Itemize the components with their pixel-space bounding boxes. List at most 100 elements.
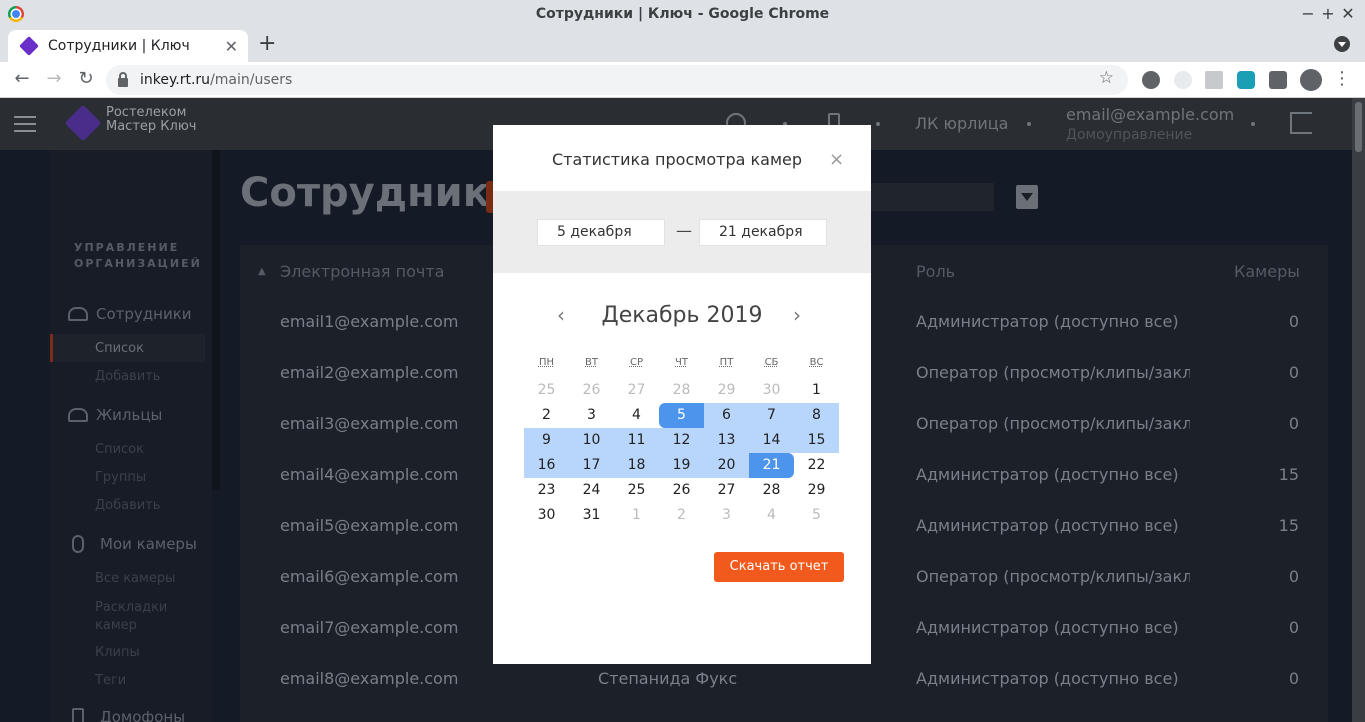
forward-button[interactable]: → <box>42 67 66 91</box>
sort-asc-icon[interactable]: ▲ <box>258 266 266 277</box>
calendar-day-outside[interactable]: 3 <box>704 503 749 528</box>
header-separator <box>1027 122 1031 126</box>
sidebar-item-employees-list[interactable]: Список <box>95 341 144 356</box>
sidebar-section-employees[interactable]: Сотрудники <box>68 305 192 323</box>
address-bar[interactable]: inkey.rt.ru/main/users ☆ <box>106 65 1128 95</box>
calendar-weekday: ВТ <box>585 357 598 368</box>
calendar-day[interactable]: 2 <box>524 403 569 428</box>
calendar-day[interactable]: 12 <box>659 428 704 453</box>
calendar-day[interactable]: 28 <box>749 478 794 503</box>
calendar-day-outside[interactable]: 4 <box>749 503 794 528</box>
calendar-day-outside[interactable]: 5 <box>794 503 839 528</box>
sidebar-divider <box>212 150 220 490</box>
extension-icon[interactable] <box>1142 71 1160 89</box>
sidebar-item-tags[interactable]: Теги <box>95 673 126 688</box>
calendar-day[interactable]: 15 <box>794 428 839 453</box>
date-from-input[interactable]: 5 декабря <box>537 219 665 246</box>
close-window-button[interactable]: ✕ <box>1338 4 1358 24</box>
new-tab-button[interactable]: + <box>258 32 276 56</box>
column-header-role[interactable]: Роль <box>916 262 955 281</box>
calendar-day[interactable]: 7 <box>749 403 794 428</box>
calendar-day[interactable]: 20 <box>704 453 749 478</box>
calendar-day[interactable]: 16 <box>524 453 569 478</box>
tab-close-icon[interactable]: ✕ <box>225 37 238 56</box>
calendar-next-month-icon[interactable]: › <box>793 303 801 327</box>
sidebar-section-cameras[interactable]: Мои камеры <box>68 535 197 553</box>
calendar-day[interactable]: 13 <box>704 428 749 453</box>
chrome-menu-icon[interactable]: ⋮ <box>1330 67 1354 91</box>
download-icon[interactable] <box>1016 185 1038 209</box>
page-scrollbar[interactable] <box>1352 98 1365 722</box>
calendar-day[interactable]: 3 <box>569 403 614 428</box>
sidebar-item-residents-groups[interactable]: Группы <box>95 470 146 485</box>
calendar-day-outside[interactable]: 1 <box>614 503 659 528</box>
calendar-day[interactable]: 1 <box>794 378 839 403</box>
reload-button[interactable]: ↻ <box>74 67 98 91</box>
sidebar-item-camera-layouts[interactable]: Раскладки камер <box>95 599 175 635</box>
extension-icon[interactable] <box>1174 71 1192 89</box>
calendar-day[interactable]: 10 <box>569 428 614 453</box>
sidebar-item-residents-list[interactable]: Список <box>95 442 144 457</box>
calendar-day[interactable]: 11 <box>614 428 659 453</box>
extensions-puzzle-icon[interactable] <box>1269 71 1287 89</box>
calendar-day[interactable]: 5 <box>659 403 704 428</box>
sidebar-item-residents-add[interactable]: Добавить <box>95 498 160 513</box>
calendar-day[interactable]: 26 <box>659 478 704 503</box>
sidebar-item-clips[interactable]: Клипы <box>95 645 140 660</box>
calendar-day-outside[interactable]: 27 <box>614 378 659 403</box>
column-header-cameras[interactable]: Камеры <box>1234 262 1300 281</box>
maximize-button[interactable]: + <box>1318 4 1338 24</box>
calendar-day[interactable]: 8 <box>794 403 839 428</box>
back-button[interactable]: ← <box>10 67 34 91</box>
calendar-day[interactable]: 18 <box>614 453 659 478</box>
tab-title: Сотрудники | Ключ <box>48 38 190 54</box>
calendar-day[interactable]: 22 <box>794 453 839 478</box>
bookmark-star-icon[interactable]: ☆ <box>1099 68 1114 88</box>
search-input[interactable] <box>870 183 994 211</box>
calendar-day[interactable]: 17 <box>569 453 614 478</box>
calendar-day[interactable]: 14 <box>749 428 794 453</box>
calendar-day[interactable]: 25 <box>614 478 659 503</box>
calendar-day[interactable]: 30 <box>524 503 569 528</box>
sidebar-item-all-cameras[interactable]: Все камеры <box>95 571 175 586</box>
calendar-day[interactable]: 19 <box>659 453 704 478</box>
user-email[interactable]: email@example.com <box>1066 105 1234 124</box>
cell-cameras: 0 <box>1288 363 1299 382</box>
download-report-button[interactable]: Скачать отчет <box>714 552 844 582</box>
tab-search-icon[interactable] <box>1334 36 1350 52</box>
calendar-day[interactable]: 31 <box>569 503 614 528</box>
calendar-day[interactable]: 29 <box>794 478 839 503</box>
minimize-button[interactable]: − <box>1298 4 1318 24</box>
account-type[interactable]: ЛК юрлица <box>915 114 1008 133</box>
sidebar-section-residents[interactable]: Жильцы <box>68 406 162 424</box>
profile-avatar-icon[interactable] <box>1300 69 1322 91</box>
sidebar-section-intercoms[interactable]: Домофоны <box>68 708 185 722</box>
extension-icon[interactable] <box>1237 71 1255 89</box>
logout-icon[interactable] <box>1290 112 1312 134</box>
calendar-day-outside[interactable]: 28 <box>659 378 704 403</box>
chrome-logo-icon <box>8 6 24 22</box>
cell-cameras: 0 <box>1288 618 1299 637</box>
browser-tab[interactable]: Сотрудники | Ключ ✕ <box>8 30 248 62</box>
calendar-day-outside[interactable]: 26 <box>569 378 614 403</box>
calendar-day[interactable]: 23 <box>524 478 569 503</box>
calendar-weekday: ЧТ <box>675 357 688 368</box>
site-favicon-icon <box>19 36 39 56</box>
calendar-day[interactable]: 27 <box>704 478 749 503</box>
column-header-email[interactable]: Электронная почта <box>280 262 444 281</box>
calendar-day[interactable]: 21 <box>749 453 794 478</box>
calendar-day-outside[interactable]: 2 <box>659 503 704 528</box>
sidebar-item-employees-add[interactable]: Добавить <box>95 369 160 384</box>
calendar-day-outside[interactable]: 30 <box>749 378 794 403</box>
calendar-day[interactable]: 4 <box>614 403 659 428</box>
calendar-day[interactable]: 6 <box>704 403 749 428</box>
calendar-day-outside[interactable]: 29 <box>704 378 749 403</box>
calendar-day[interactable]: 9 <box>524 428 569 453</box>
extension-icon[interactable] <box>1205 71 1223 89</box>
menu-icon[interactable] <box>14 116 36 132</box>
calendar-day-outside[interactable]: 25 <box>524 378 569 403</box>
date-to-input[interactable]: 21 декабря <box>699 219 827 246</box>
calendar-day[interactable]: 24 <box>569 478 614 503</box>
modal-close-icon[interactable]: × <box>829 149 844 170</box>
brand-name[interactable]: Ростелеком Мастер Ключ <box>106 106 196 134</box>
